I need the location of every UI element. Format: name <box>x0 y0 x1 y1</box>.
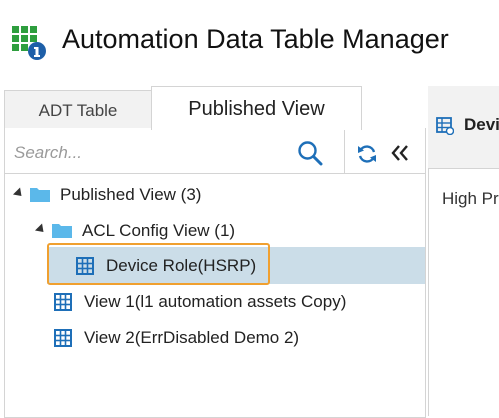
collapse-panel-icon[interactable] <box>389 142 411 164</box>
search-bar <box>4 130 344 174</box>
folder-icon <box>52 222 72 243</box>
tree-item-label: View 2(ErrDisabled Demo 2) <box>84 328 300 347</box>
tree-node-published-view[interactable]: Published View (3) <box>12 180 412 210</box>
table-icon <box>76 257 94 280</box>
search-input[interactable] <box>12 138 296 168</box>
app-logo-icon <box>12 26 46 60</box>
tree-item-label: Device Role(HSRP) <box>106 256 257 275</box>
expand-caret-icon[interactable] <box>34 223 48 236</box>
table-icon <box>54 329 72 352</box>
toolbar-divider <box>344 173 426 174</box>
tree-node-acl-config-view[interactable]: ACL Config View (1) <box>34 216 414 246</box>
folder-icon <box>30 186 50 207</box>
expand-caret-icon[interactable] <box>12 187 26 200</box>
tab-published-view[interactable]: Published View <box>151 86 362 130</box>
table-view-icon <box>436 117 455 136</box>
toolbar-divider <box>344 130 345 174</box>
table-icon <box>54 293 72 316</box>
tree-item-view-2[interactable]: View 2(ErrDisabled Demo 2) <box>50 323 420 353</box>
tab-adt-table[interactable]: ADT Table <box>4 90 152 129</box>
detail-panel-title: Devi <box>464 115 499 134</box>
refresh-icon[interactable] <box>356 143 378 165</box>
detail-panel-content: High Pr <box>442 189 499 208</box>
search-icon[interactable] <box>297 140 323 166</box>
tree-item-label: View 1(l1 automation assets Copy) <box>84 292 347 311</box>
tree-item-device-role[interactable]: Device Role(HSRP) <box>72 251 412 281</box>
tree-node-label: Published View (3) <box>60 185 202 204</box>
app-title: Automation Data Table Manager <box>62 24 449 54</box>
tree-node-label: ACL Config View (1) <box>82 221 236 240</box>
tree-item-view-1[interactable]: View 1(l1 automation assets Copy) <box>50 287 420 317</box>
